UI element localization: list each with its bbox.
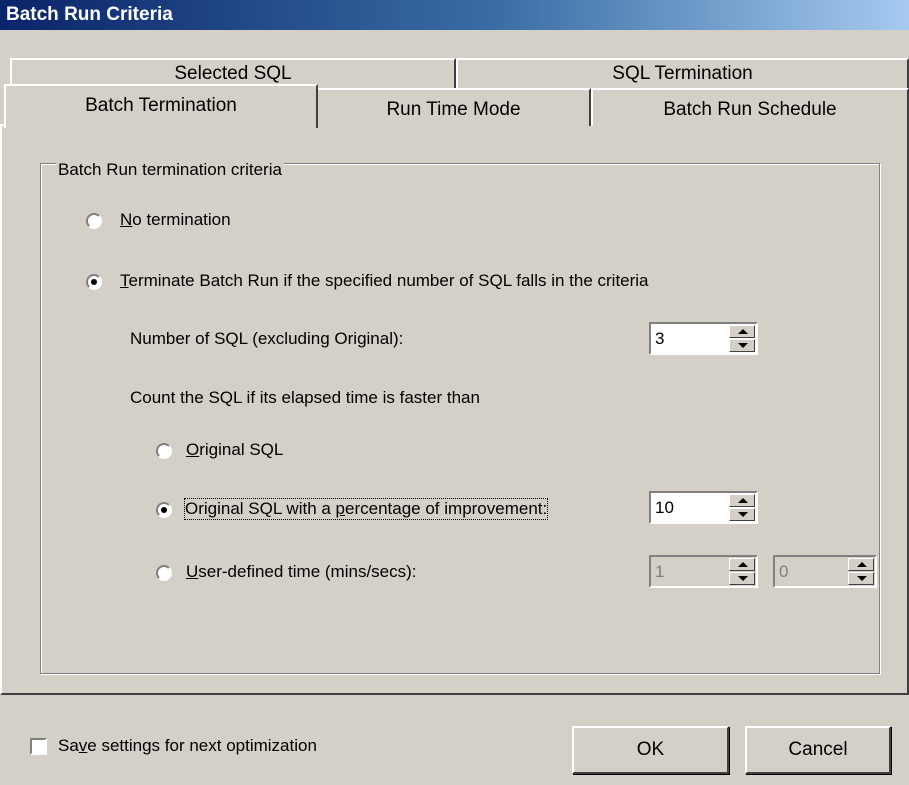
- spin-down-button[interactable]: [729, 572, 755, 585]
- count-sql-label: Count the SQL if its elapsed time is fas…: [130, 388, 480, 407]
- spin-up-button[interactable]: [729, 558, 755, 571]
- save-settings-label[interactable]: Save settings for next optimization: [58, 736, 317, 756]
- percentage-improvement-label[interactable]: Original SQL with a percentage of improv…: [183, 498, 549, 520]
- user-defined-time-radio[interactable]: [156, 565, 172, 581]
- spin-up-button[interactable]: [729, 494, 755, 507]
- spinner-buttons: [848, 558, 874, 585]
- down-arrow-icon: [857, 576, 867, 581]
- terminate-batch-radio[interactable]: [86, 274, 102, 290]
- user-defined-time-label[interactable]: User-defined time (mins/secs):: [186, 562, 417, 582]
- number-of-sql-value[interactable]: 3: [655, 329, 664, 349]
- ok-button[interactable]: OK: [572, 726, 729, 774]
- number-of-sql-label: Number of SQL (excluding Original):: [130, 329, 404, 348]
- spin-down-button[interactable]: [729, 508, 755, 521]
- window-title: Batch Run Criteria: [6, 4, 173, 25]
- no-termination-label[interactable]: No termination: [120, 210, 231, 230]
- tab-batch-run-schedule[interactable]: Batch Run Schedule: [591, 88, 909, 126]
- terminate-batch-label[interactable]: Terminate Batch Run if the specified num…: [120, 271, 649, 291]
- original-sql-radio[interactable]: [156, 443, 172, 459]
- percentage-improvement-radio[interactable]: [156, 502, 172, 518]
- spin-up-button[interactable]: [729, 325, 755, 338]
- radio-selected-dot: [91, 279, 97, 285]
- down-arrow-icon: [738, 512, 748, 517]
- up-arrow-icon: [738, 562, 748, 567]
- secs-value[interactable]: 0: [779, 562, 788, 582]
- down-arrow-icon: [738, 576, 748, 581]
- save-settings-checkbox[interactable]: [30, 738, 47, 755]
- up-arrow-icon: [857, 562, 867, 567]
- tab-run-time-mode[interactable]: Run Time Mode: [316, 88, 591, 126]
- cancel-button[interactable]: Cancel: [745, 726, 891, 774]
- mins-value[interactable]: 1: [655, 562, 664, 582]
- user-defined-secs-spinner[interactable]: 0: [773, 555, 877, 588]
- spin-up-button[interactable]: [848, 558, 874, 571]
- spin-down-button[interactable]: [729, 339, 755, 352]
- spinner-buttons: [729, 325, 755, 352]
- spinner-buttons: [729, 558, 755, 585]
- spin-down-button[interactable]: [848, 572, 874, 585]
- groupbox-label: Batch Run termination criteria: [56, 160, 284, 180]
- title-bar: Batch Run Criteria: [0, 0, 909, 30]
- number-of-sql-spinner[interactable]: 3: [649, 322, 758, 355]
- down-arrow-icon: [738, 343, 748, 348]
- user-defined-mins-spinner[interactable]: 1: [649, 555, 758, 588]
- percentage-spinner[interactable]: 10: [649, 491, 758, 524]
- spinner-buttons: [729, 494, 755, 521]
- no-termination-radio[interactable]: [86, 213, 102, 229]
- original-sql-label[interactable]: Original SQL: [186, 440, 283, 460]
- radio-selected-dot: [161, 507, 167, 513]
- up-arrow-icon: [738, 329, 748, 334]
- percentage-value[interactable]: 10: [655, 498, 674, 518]
- tab-batch-termination[interactable]: Batch Termination: [4, 84, 318, 128]
- tab-sql-termination[interactable]: SQL Termination: [456, 58, 909, 88]
- termination-groupbox: [40, 163, 880, 674]
- up-arrow-icon: [738, 498, 748, 503]
